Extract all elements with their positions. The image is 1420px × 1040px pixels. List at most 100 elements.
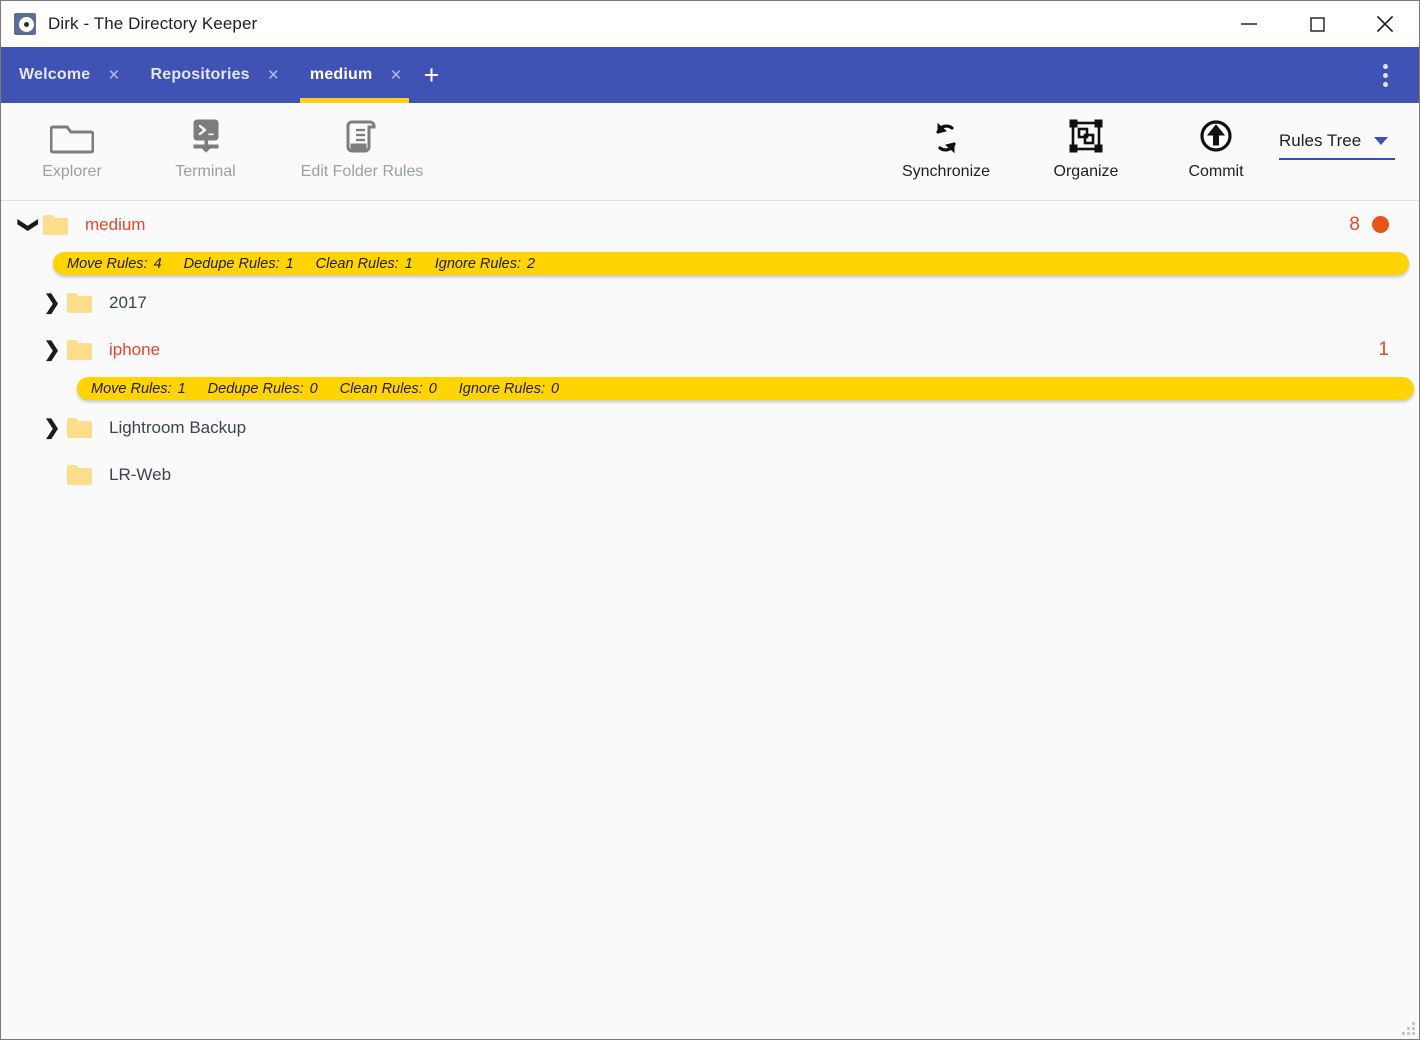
close-icon — [1376, 15, 1394, 33]
tree-row-iphone[interactable]: ❯ iphone 1 — [1, 326, 1419, 373]
synchronize-label: Synchronize — [901, 163, 991, 180]
tree-row-medium[interactable]: ❯ medium 8 — [1, 201, 1419, 248]
rules-summary-iphone[interactable]: Move Rules: 1 Dedupe Rules: 0 Clean Rules:… — [1, 373, 1419, 404]
organize-button[interactable]: Organize — [1019, 103, 1153, 181]
dedupe-rules-value: 1 — [285, 255, 294, 272]
rules-summary-medium[interactable]: Move Rules: 4 Dedupe Rules: 1 Clean Rules:… — [1, 248, 1419, 279]
chevron-expanded-icon: ❯ — [16, 216, 39, 233]
move-rules-label: Move Rules: — [67, 255, 148, 272]
app-window: Dirk - The Directory Keeper Welcome × Re… — [0, 0, 1420, 1040]
edit-folder-rules-label: Edit Folder Rules — [300, 163, 424, 180]
commit-button[interactable]: Commit — [1153, 103, 1279, 181]
tab-repositories[interactable]: Repositories × — [132, 47, 291, 103]
dedupe-rules-item: Dedupe Rules: 0 — [208, 381, 318, 397]
minimize-icon — [1241, 23, 1257, 25]
terminal-button[interactable]: Terminal — [143, 103, 268, 181]
commit-label: Commit — [1188, 163, 1244, 180]
folder-icon — [67, 339, 93, 360]
clean-rules-label: Clean Rules: — [315, 255, 399, 272]
toolbar-right-group: Synchronize Organize Commit — [873, 103, 1279, 181]
folder-icon — [67, 464, 93, 485]
expand-toggle-medium[interactable]: ❯ — [13, 215, 43, 235]
folder-icon — [43, 214, 69, 235]
status-dot — [1372, 216, 1389, 233]
toolbar-left-group: Explorer Terminal Edit Folder Rules — [1, 103, 456, 181]
tree-row-label: LR-Web — [109, 464, 172, 484]
maximize-icon — [1310, 17, 1325, 32]
tree-row-lightroom-backup[interactable]: ❯ Lightroom Backup — [1, 404, 1419, 451]
chevron-right-icon: ❯ — [43, 291, 61, 314]
explorer-label: Explorer — [42, 163, 102, 180]
edit-folder-rules-button[interactable]: Edit Folder Rules — [268, 103, 456, 181]
more-vertical-icon[interactable] — [1367, 47, 1403, 103]
tree-row-label: 2017 — [109, 292, 147, 312]
expand-toggle-lightroom-backup[interactable]: ❯ — [37, 418, 67, 438]
maximize-button[interactable] — [1283, 1, 1351, 47]
dedupe-rules-value: 0 — [309, 380, 318, 397]
new-tab-button[interactable]: + — [415, 47, 449, 103]
tab-medium[interactable]: medium × — [292, 47, 415, 103]
move-rules-label: Move Rules: — [91, 380, 172, 397]
tab-bar: Welcome × Repositories × medium × + — [1, 47, 1419, 103]
clean-rules-label: Clean Rules: — [339, 380, 423, 397]
window-controls — [1215, 1, 1419, 47]
ignore-rules-label: Ignore Rules: — [434, 255, 522, 272]
tree-row-badges: 1 — [1378, 326, 1389, 373]
close-button[interactable] — [1351, 1, 1419, 47]
move-rules-value: 4 — [153, 255, 162, 272]
view-mode-select[interactable]: Rules Tree — [1279, 103, 1395, 160]
commit-upload-icon — [1194, 115, 1238, 161]
tree-row-2017[interactable]: ❯ 2017 — [1, 279, 1419, 326]
rules-tree[interactable]: ❯ medium 8 Move Rules: 4 Dedupe Rules: 1 C… — [1, 201, 1419, 1039]
chevron-down-icon — [1374, 137, 1389, 145]
tree-row-label: Lightroom Backup — [109, 417, 247, 437]
clean-rules-value: 1 — [404, 255, 413, 272]
explorer-button[interactable]: Explorer — [1, 103, 143, 181]
folder-icon — [67, 417, 93, 438]
ignore-rules-item: Ignore Rules: 2 — [435, 256, 535, 272]
tab-welcome[interactable]: Welcome × — [1, 47, 132, 103]
ignore-rules-item: Ignore Rules: 0 — [459, 381, 559, 397]
document-rules-icon — [340, 115, 384, 161]
synchronize-button[interactable]: Synchronize — [873, 103, 1019, 181]
expand-toggle-iphone[interactable]: ❯ — [37, 340, 67, 360]
clean-rules-item: Clean Rules: 1 — [316, 256, 413, 272]
tab-close-icon[interactable]: × — [94, 66, 132, 85]
sync-icon — [924, 115, 968, 161]
tab-label: medium — [309, 66, 373, 83]
tree-row-label: medium — [85, 214, 146, 234]
rule-count-badge: 8 — [1349, 213, 1360, 235]
resize-grip-icon[interactable] — [1401, 1021, 1415, 1035]
ignore-rules-label: Ignore Rules: — [458, 380, 546, 397]
dedupe-rules-label: Dedupe Rules: — [207, 380, 304, 397]
main-toolbar: Explorer Terminal Edit Folder Rules Sync… — [1, 103, 1419, 201]
tree-row-badges: 8 — [1349, 201, 1389, 248]
tab-label: Repositories — [150, 66, 250, 83]
tab-label: Welcome — [19, 66, 91, 83]
terminal-label: Terminal — [175, 163, 236, 180]
tab-close-icon[interactable]: × — [254, 66, 292, 85]
folder-icon — [50, 115, 94, 161]
folder-icon — [67, 292, 93, 313]
terminal-icon — [184, 115, 228, 161]
clean-rules-value: 0 — [428, 380, 437, 397]
move-rules-item: Move Rules: 1 — [91, 381, 186, 397]
organize-icon — [1064, 115, 1108, 161]
tree-row-label: iphone — [109, 339, 161, 359]
title-bar: Dirk - The Directory Keeper — [1, 1, 1419, 47]
minimize-button[interactable] — [1215, 1, 1283, 47]
tab-close-icon[interactable]: × — [376, 66, 414, 85]
expand-toggle-2017[interactable]: ❯ — [37, 293, 67, 313]
ignore-rules-value: 0 — [551, 380, 560, 397]
disc-icon — [14, 13, 36, 35]
dedupe-rules-label: Dedupe Rules: — [183, 255, 280, 272]
move-rules-value: 1 — [177, 380, 186, 397]
move-rules-item: Move Rules: 4 — [67, 256, 162, 272]
tree-row-lr-web[interactable]: LR-Web — [1, 451, 1419, 498]
window-title: Dirk - The Directory Keeper — [48, 14, 258, 33]
chevron-right-icon: ❯ — [43, 416, 61, 439]
view-mode-label: Rules Tree — [1279, 131, 1362, 150]
ignore-rules-value: 2 — [527, 255, 536, 272]
dedupe-rules-item: Dedupe Rules: 1 — [184, 256, 294, 272]
view-mode-underline — [1279, 158, 1395, 160]
